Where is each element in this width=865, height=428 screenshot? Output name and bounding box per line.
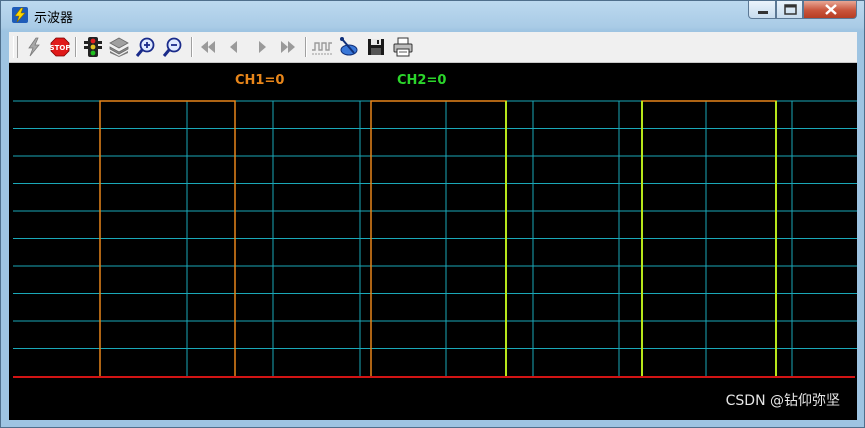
probe-icon — [340, 37, 358, 56]
lightning-icon — [28, 37, 40, 57]
stop-label: STOP — [50, 44, 71, 52]
probe-button[interactable] — [338, 36, 360, 58]
layers-button[interactable] — [108, 36, 130, 58]
fast-forward-button[interactable] — [277, 36, 299, 58]
zoom-in-icon — [135, 37, 155, 57]
waveform-button[interactable] — [311, 36, 333, 58]
ch1-readout: CH1=0 — [235, 73, 285, 88]
toolbar-separator — [305, 37, 307, 57]
step-forward-icon — [259, 41, 266, 53]
save-button[interactable] — [365, 36, 387, 58]
waveform-icon — [312, 42, 332, 55]
toolbar-separator — [75, 37, 77, 57]
app-lightning-icon — [12, 7, 28, 23]
zoom-in-button[interactable] — [135, 36, 157, 58]
step-backward-button[interactable] — [223, 36, 245, 58]
lightning-button[interactable] — [23, 36, 45, 58]
close-icon — [825, 4, 837, 15]
toolbar-separator — [191, 37, 193, 57]
stop-button[interactable]: STOP — [49, 36, 71, 58]
title-bar[interactable]: 示波器 — [1, 1, 864, 31]
ch2-readout: CH2=0 — [397, 73, 447, 88]
print-button[interactable] — [392, 36, 414, 58]
floppy-disk-icon — [368, 39, 384, 55]
layers-icon — [109, 37, 129, 57]
traffic-light-button[interactable] — [82, 36, 104, 58]
fast-forward-icon — [281, 41, 295, 53]
fast-backward-button[interactable] — [197, 36, 219, 58]
step-backward-icon — [230, 41, 237, 53]
toolbar: STOP — [9, 32, 857, 63]
close-button[interactable] — [803, 1, 857, 19]
waveform-plot — [13, 100, 857, 378]
watermark: CSDN @钻仰弥坚 — [725, 393, 840, 409]
zoom-out-button[interactable] — [162, 36, 184, 58]
stop-sign-icon: STOP — [50, 37, 71, 57]
step-forward-button[interactable] — [251, 36, 273, 58]
window-title: 示波器 — [34, 11, 74, 26]
minimize-icon — [758, 11, 768, 14]
maximize-icon — [784, 4, 797, 15]
printer-icon — [393, 37, 413, 57]
zoom-out-icon — [162, 37, 182, 57]
traffic-light-icon — [84, 37, 102, 57]
oscilloscope-display[interactable]: CH1=0 CH2=0 CSDN @钻仰弥坚 — [9, 63, 857, 420]
fast-backward-icon — [201, 41, 215, 53]
oscilloscope-window: 示波器 STOP CH1=0 CH2=0 CSDN @钻仰弥坚 — [0, 0, 865, 428]
maximize-button[interactable] — [776, 1, 803, 19]
toolbar-grip[interactable] — [13, 36, 18, 58]
minimize-button[interactable] — [748, 1, 776, 19]
